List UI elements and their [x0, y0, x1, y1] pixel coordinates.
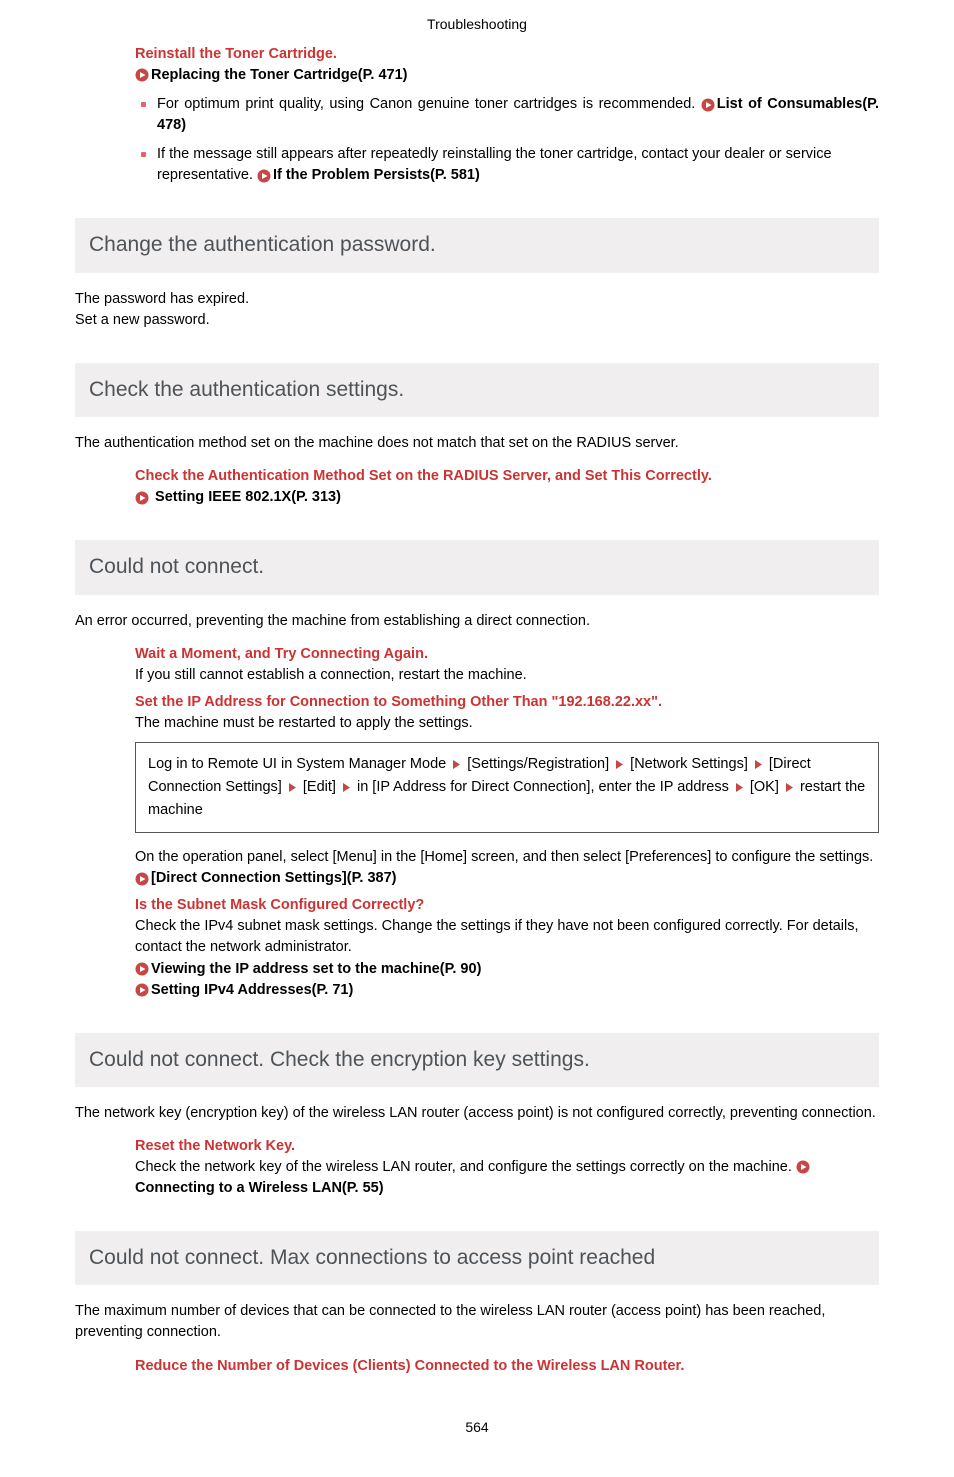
play-icon: [135, 983, 149, 997]
play-icon: [257, 169, 271, 183]
viewing-ip-link[interactable]: Viewing the IP address set to the machin…: [135, 959, 879, 980]
play-icon: [135, 68, 149, 82]
page-number: 564: [75, 1417, 879, 1437]
arrow-icon: [452, 759, 461, 770]
proc-text: [Settings/Registration]: [463, 756, 613, 772]
subnet-heading: Is the Subnet Mask Configured Correctly?: [135, 895, 879, 916]
arrow-icon: [342, 782, 351, 793]
play-icon: [701, 98, 715, 112]
proc-text: Log in to Remote UI in System Manager Mo…: [148, 756, 450, 772]
arrow-icon: [785, 782, 794, 793]
line-text: Check the network key of the wireless LA…: [135, 1159, 796, 1175]
bullet-text: For optimum print quality, using Canon g…: [157, 96, 701, 112]
arrow-icon: [288, 782, 297, 793]
play-icon: [135, 872, 149, 886]
section-change-password: Change the authentication password.: [75, 218, 879, 272]
body-text: On the operation panel, select [Menu] in…: [135, 847, 879, 889]
section-max-connections: Could not connect. Max connections to ac…: [75, 1231, 879, 1285]
section-check-auth: Check the authentication settings.: [75, 363, 879, 417]
arrow-icon: [735, 782, 744, 793]
ieee-link[interactable]: Setting IEEE 802.1X(P. 313): [135, 487, 879, 508]
reinstall-heading: Reinstall the Toner Cartridge.: [135, 44, 879, 65]
link-text: Replacing the Toner Cartridge(P. 471): [151, 67, 408, 83]
body-text: If you still cannot establish a connecti…: [135, 665, 879, 686]
reduce-devices-heading: Reduce the Number of Devices (Clients) C…: [135, 1356, 879, 1377]
link-text: Setting IPv4 Addresses(P. 71): [151, 982, 353, 998]
proc-text: [Edit]: [299, 779, 340, 795]
bullet-optimum-quality: For optimum print quality, using Canon g…: [135, 94, 879, 136]
section-encryption-key: Could not connect. Check the encryption …: [75, 1033, 879, 1087]
body-text: An error occurred, preventing the machin…: [75, 611, 879, 632]
wireless-lan-link[interactable]: Connecting to a Wireless LAN(P. 55): [135, 1178, 879, 1199]
body-text: The machine must be restarted to apply t…: [135, 713, 879, 734]
arrow-icon: [754, 759, 763, 770]
link-text: Setting IEEE 802.1X(P. 313): [151, 489, 341, 505]
problem-persists-link[interactable]: If the Problem Persists(P. 581): [273, 167, 480, 183]
direct-conn-link[interactable]: [Direct Connection Settings](P. 387): [151, 870, 396, 886]
body-text: Check the network key of the wireless LA…: [135, 1157, 879, 1178]
setting-ipv4-link[interactable]: Setting IPv4 Addresses(P. 71): [135, 980, 879, 1001]
arrow-icon: [615, 759, 624, 770]
page-header: Troubleshooting: [0, 0, 954, 44]
body-text: The network key (encryption key) of the …: [75, 1103, 879, 1124]
wait-moment-heading: Wait a Moment, and Try Connecting Again.: [135, 644, 879, 665]
replacing-cartridge-link[interactable]: Replacing the Toner Cartridge(P. 471): [135, 65, 879, 86]
procedure-box: Log in to Remote UI in System Manager Mo…: [135, 742, 879, 834]
bullet-message-appears: If the message still appears after repea…: [135, 144, 879, 186]
body-text: The maximum number of devices that can b…: [75, 1301, 879, 1343]
set-ip-heading: Set the IP Address for Connection to Som…: [135, 692, 879, 713]
play-icon: [135, 962, 149, 976]
proc-text: [Network Settings]: [626, 756, 752, 772]
line-text: On the operation panel, select [Menu] in…: [135, 849, 873, 865]
section-could-not-connect: Could not connect.: [75, 540, 879, 594]
line-text: The password has expired.: [75, 289, 879, 310]
body-text: The authentication method set on the mac…: [75, 433, 879, 454]
check-auth-heading: Check the Authentication Method Set on t…: [135, 466, 879, 487]
play-icon: [796, 1160, 810, 1174]
body-text: The password has expired. Set a new pass…: [75, 289, 879, 331]
proc-text: [OK]: [746, 779, 783, 795]
reset-network-heading: Reset the Network Key.: [135, 1136, 879, 1157]
play-icon: [135, 491, 149, 505]
link-text: Viewing the IP address set to the machin…: [151, 961, 481, 977]
line-text: Set a new password.: [75, 310, 879, 331]
proc-text: in [IP Address for Direct Connection], e…: [353, 779, 733, 795]
body-text: Check the IPv4 subnet mask settings. Cha…: [135, 916, 879, 958]
